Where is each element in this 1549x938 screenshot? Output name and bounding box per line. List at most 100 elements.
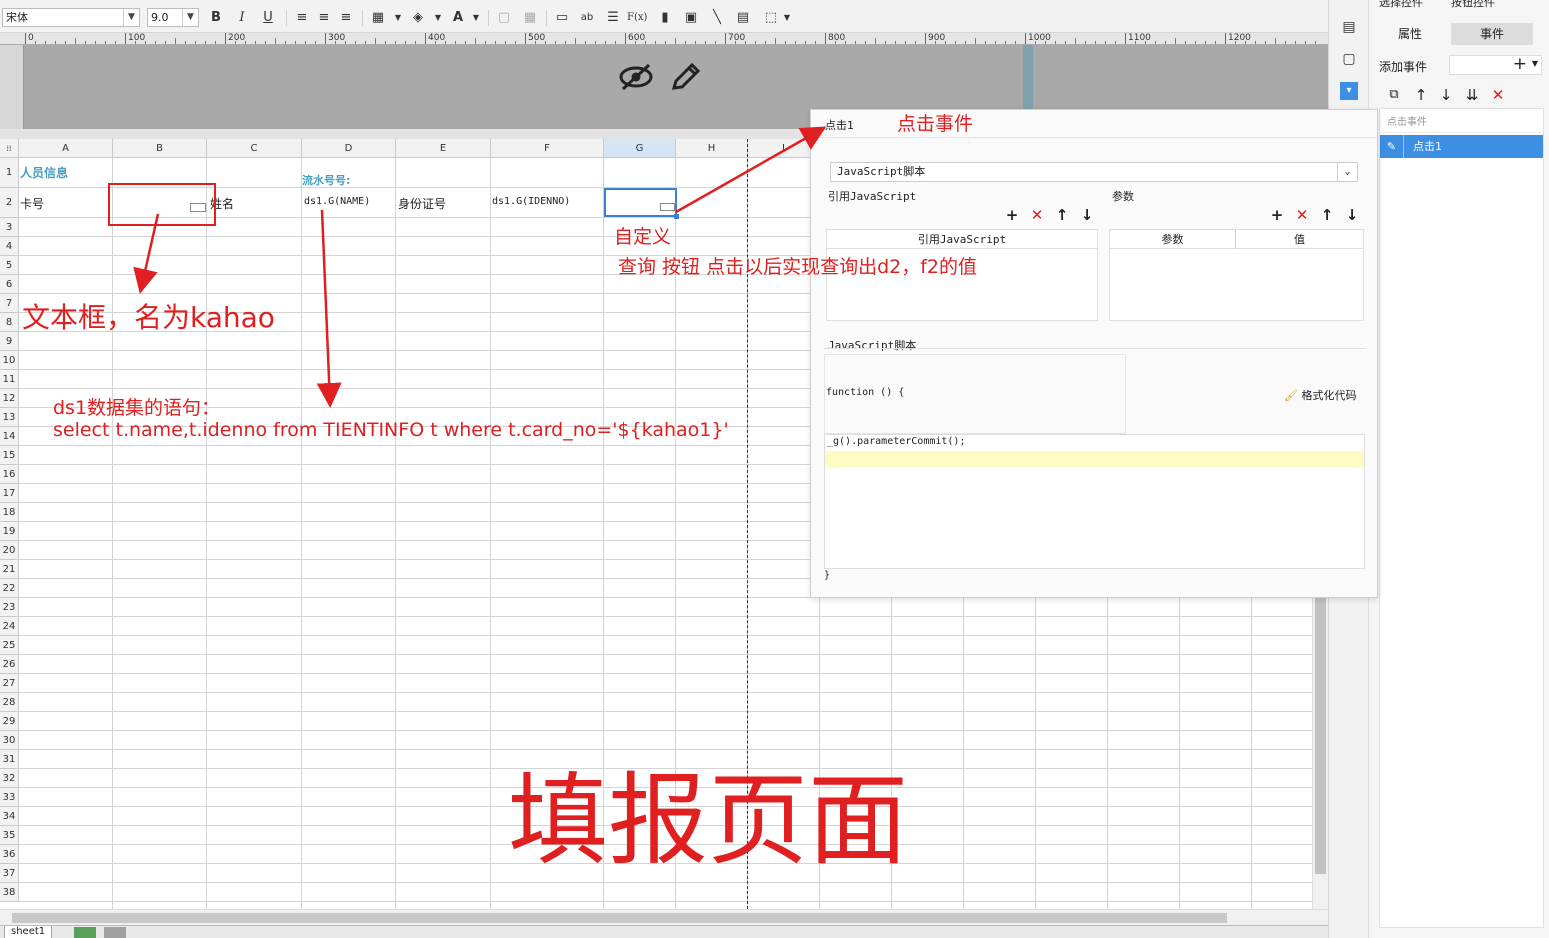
row-header-21[interactable]: 21: [0, 560, 19, 579]
add-sheet-icon[interactable]: [74, 927, 96, 938]
add-ref-js-icon[interactable]: +: [1003, 206, 1021, 224]
row-header-37[interactable]: 37: [0, 864, 19, 883]
row-header-27[interactable]: 27: [0, 674, 19, 693]
chevron-down-icon[interactable]: ▼: [466, 8, 486, 28]
fill-handle[interactable]: [674, 214, 679, 219]
chevron-down-icon[interactable]: ▼: [388, 8, 408, 28]
font-name-select[interactable]: 宋体 ▼: [2, 8, 140, 27]
font-size-select[interactable]: 9.0 ▼: [147, 8, 199, 27]
tab-events[interactable]: 事件: [1451, 23, 1533, 45]
row-header-11[interactable]: 11: [0, 370, 19, 389]
row-header-3[interactable]: 3: [0, 218, 19, 237]
column-header-c[interactable]: C: [207, 139, 302, 158]
cell-a1[interactable]: 人员信息: [20, 164, 68, 181]
row-header-26[interactable]: 26: [0, 655, 19, 674]
row-header-22[interactable]: 22: [0, 579, 19, 598]
row-header-28[interactable]: 28: [0, 693, 19, 712]
cell-e2[interactable]: 身份证号: [398, 195, 446, 212]
widget-box-icon[interactable]: ▢: [1340, 50, 1358, 68]
underline-button[interactable]: U: [258, 8, 278, 28]
row-header-6[interactable]: 6: [0, 275, 19, 294]
add-param-icon[interactable]: +: [1268, 206, 1286, 224]
column-header-f[interactable]: F: [491, 139, 604, 158]
row-header-34[interactable]: 34: [0, 807, 19, 826]
row-header-33[interactable]: 33: [0, 788, 19, 807]
bold-button[interactable]: B: [206, 8, 226, 28]
row-header-5[interactable]: 5: [0, 256, 19, 275]
row-header-15[interactable]: 15: [0, 446, 19, 465]
tab-properties[interactable]: 属性: [1369, 23, 1451, 45]
param-up-icon[interactable]: ↑: [1318, 206, 1336, 224]
row-header-12[interactable]: 12: [0, 389, 19, 408]
row-header-10[interactable]: 10: [0, 351, 19, 370]
italic-button[interactable]: I: [232, 8, 252, 28]
widget-settings-icon[interactable]: ▾: [1340, 82, 1358, 100]
fill-color-icon[interactable]: ◈: [408, 8, 428, 28]
row-header-4[interactable]: 4: [0, 237, 19, 256]
delete-ref-js-icon[interactable]: ✕: [1028, 206, 1046, 224]
text-field-icon[interactable]: ▭: [552, 8, 572, 28]
format-code-button[interactable]: 🖌 格式化代码: [1284, 387, 1356, 403]
script-type-select[interactable]: JavaScript脚本 ⌄: [830, 162, 1358, 182]
properties-icon[interactable]: ▤: [1340, 18, 1358, 36]
subreport-icon[interactable]: ▤: [733, 8, 753, 28]
align-right-icon[interactable]: ≡: [336, 8, 356, 28]
row-header-7[interactable]: 7: [0, 294, 19, 313]
row-header-24[interactable]: 24: [0, 617, 19, 636]
column-header-a[interactable]: A: [19, 139, 113, 158]
ref-js-up-icon[interactable]: ↑: [1053, 206, 1071, 224]
row-header-23[interactable]: 23: [0, 598, 19, 617]
select-widget-tab[interactable]: 选择控件: [1379, 0, 1423, 10]
row-header-38[interactable]: 38: [0, 883, 19, 902]
chevron-down-icon[interactable]: ▼: [777, 8, 797, 28]
row-header-16[interactable]: 16: [0, 465, 19, 484]
add-event-select[interactable]: + ▼: [1449, 54, 1542, 75]
select-all-corner[interactable]: ⁞⁞: [0, 139, 19, 158]
eye-off-icon[interactable]: [618, 62, 654, 99]
align-center-icon[interactable]: ≡: [314, 8, 334, 28]
row-header-36[interactable]: 36: [0, 845, 19, 864]
image-icon[interactable]: ▣: [681, 8, 701, 28]
row-header-8[interactable]: 8: [0, 313, 19, 332]
row-header-29[interactable]: 29: [0, 712, 19, 731]
horizontal-scroll-thumb[interactable]: [12, 913, 1227, 923]
row-header-14[interactable]: 14: [0, 427, 19, 446]
row-header-32[interactable]: 32: [0, 769, 19, 788]
add-sheet-alt-icon[interactable]: [104, 927, 126, 938]
textbox-widget-icon[interactable]: [190, 203, 206, 212]
cell-d1[interactable]: 流水号号:: [302, 172, 350, 188]
list-icon[interactable]: ☰: [603, 8, 623, 28]
cell-d2[interactable]: ds1.G(NAME): [304, 196, 370, 207]
button-widget-tab[interactable]: 按钮控件: [1451, 0, 1495, 10]
horizontal-scrollbar[interactable]: [0, 909, 1328, 925]
arrow-up-icon[interactable]: ↑: [1412, 86, 1430, 104]
code-line[interactable]: _g().parameterCommit();: [827, 436, 965, 447]
row-header-17[interactable]: 17: [0, 484, 19, 503]
column-header-g[interactable]: G: [604, 139, 676, 158]
formula-icon[interactable]: F(x): [627, 8, 647, 28]
move-bottom-icon[interactable]: ⇊: [1463, 86, 1481, 104]
column-header-h[interactable]: H: [676, 139, 748, 158]
cell-c2[interactable]: 姓名: [210, 195, 234, 212]
pencil-icon[interactable]: ✎: [1380, 135, 1404, 158]
cell-a2[interactable]: 卡号: [20, 195, 44, 212]
row-header-35[interactable]: 35: [0, 826, 19, 845]
text-color-icon[interactable]: A: [448, 8, 468, 28]
row-header-30[interactable]: 30: [0, 731, 19, 750]
arrow-down-icon[interactable]: ↓: [1437, 86, 1455, 104]
event-item-click1[interactable]: ✎ 点击1: [1380, 135, 1543, 158]
param-table[interactable]: 参数 值: [1109, 229, 1364, 321]
delete-param-icon[interactable]: ✕: [1293, 206, 1311, 224]
row-header-25[interactable]: 25: [0, 636, 19, 655]
row-header-2[interactable]: 2: [0, 188, 19, 218]
column-header-d[interactable]: D: [302, 139, 396, 158]
align-left-icon[interactable]: ≡: [292, 8, 312, 28]
border-icon[interactable]: ▦: [368, 8, 388, 28]
pencil-icon[interactable]: [670, 62, 702, 99]
row-header-31[interactable]: 31: [0, 750, 19, 769]
merge-cells-icon[interactable]: ▢: [494, 8, 514, 28]
column-header-e[interactable]: E: [396, 139, 491, 158]
ref-js-down-icon[interactable]: ↓: [1078, 206, 1096, 224]
chart-icon[interactable]: ▮: [655, 8, 675, 28]
row-header-20[interactable]: 20: [0, 541, 19, 560]
